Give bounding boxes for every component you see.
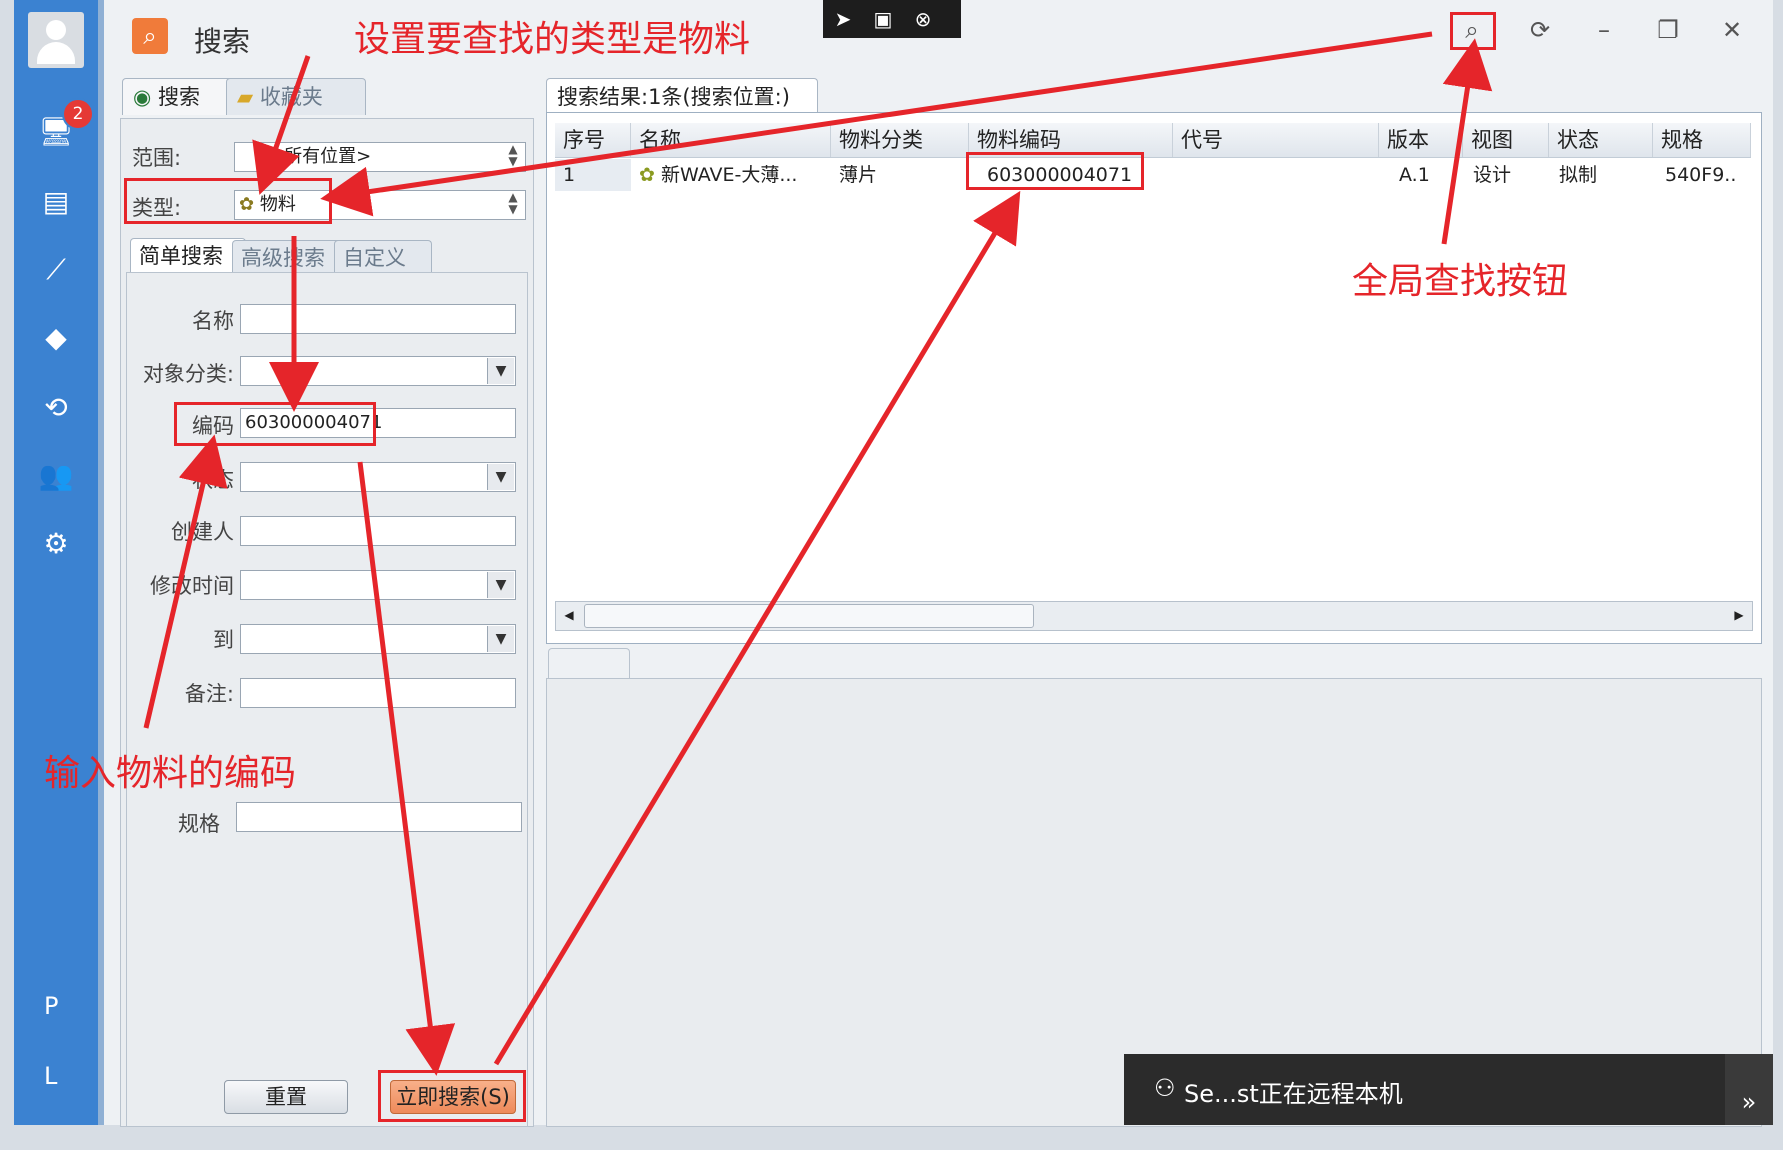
annotation-type-note: 设置要查找的类型是物料 [354,19,751,60]
arrow-code-note [143,434,228,729]
arrow-to-search-button [357,461,456,1076]
arrow-to-global-button [1441,38,1493,245]
arrow-to-type [252,55,311,195]
arrow-to-result [493,190,1021,1066]
user-icon: ⚇ [1154,1074,1176,1102]
toast-text: Se...st正在远程本机 [1184,1080,1403,1108]
annotation-arrows [143,31,1493,1076]
annotation-code-note: 输入物料的编码 [44,753,297,794]
annotation-global-note: 全局查找按钮 [1352,261,1569,302]
remote-session-toast: ⚇ Se...st正在远程本机 » [1124,1054,1773,1125]
expand-icon[interactable]: » [1725,1054,1773,1125]
